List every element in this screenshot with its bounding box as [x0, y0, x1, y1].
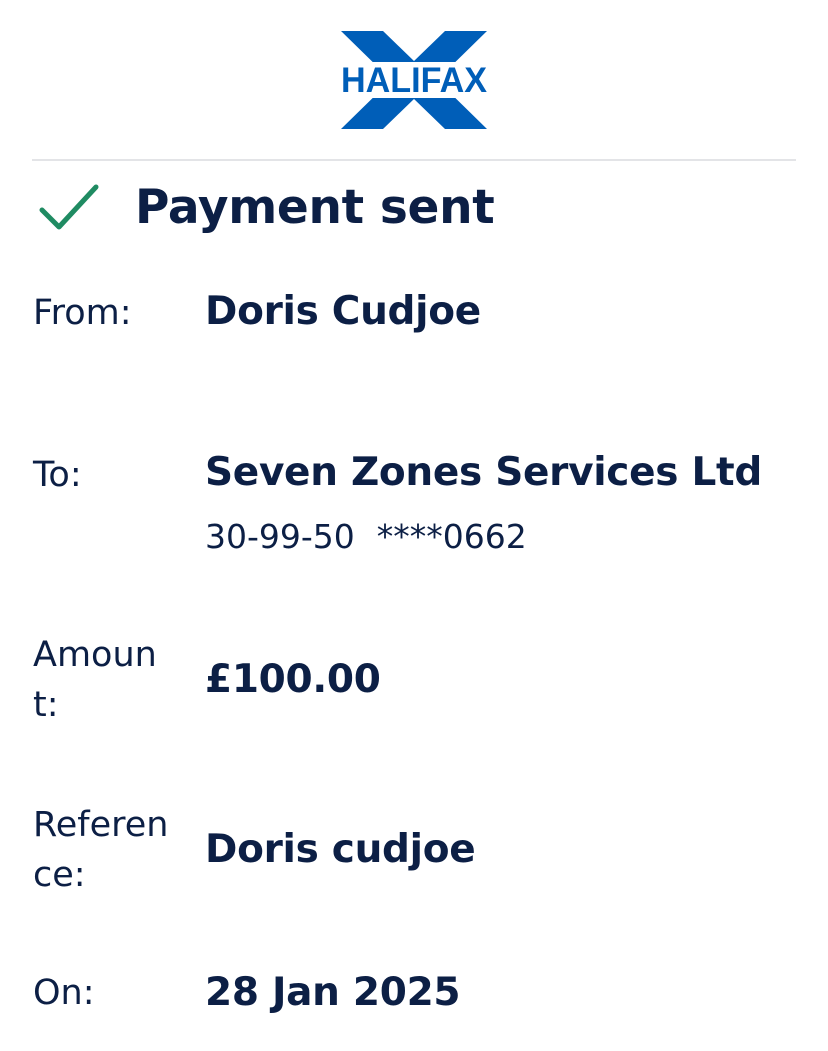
from-value: Doris Cudjoe — [205, 289, 481, 334]
to-label: To: — [33, 455, 82, 495]
reference-label: Reference: — [33, 805, 169, 895]
from-label: From: — [33, 293, 132, 333]
date-value: 28 Jan 2025 — [205, 970, 461, 1015]
halifax-logo: HALIFAX — [339, 31, 489, 129]
sort-code: 30-99-50 — [205, 517, 355, 556]
amount-label: Amount: — [33, 635, 157, 725]
brand-name: HALIFAX — [341, 61, 488, 100]
payment-status-title: Payment sent — [135, 180, 495, 235]
account-number: ****0662 — [376, 517, 527, 556]
reference-value: Doris cudjoe — [205, 827, 476, 872]
header-divider — [32, 159, 796, 161]
checkmark-icon — [38, 183, 100, 233]
halifax-x-logo-icon: HALIFAX — [339, 31, 489, 129]
amount-value: £100.00 — [205, 657, 381, 702]
date-label: On: — [33, 973, 95, 1013]
to-value: Seven Zones Services Ltd — [205, 450, 762, 495]
recipient-account-details: 30-99-50 ****0662 — [205, 515, 527, 559]
